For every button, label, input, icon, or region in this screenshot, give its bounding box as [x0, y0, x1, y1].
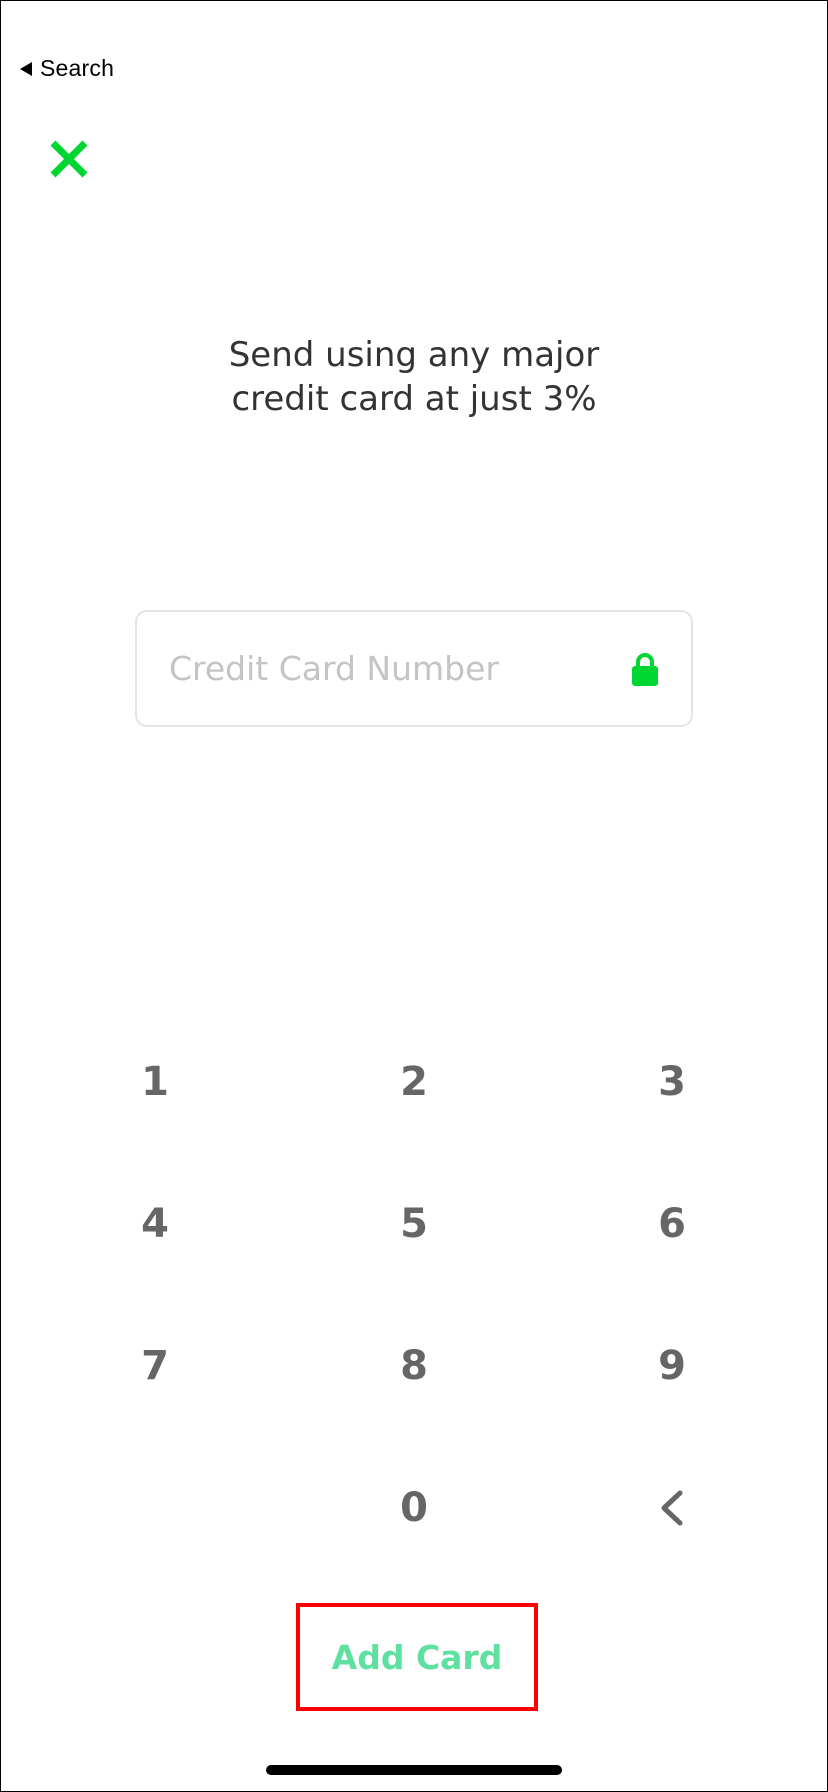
credit-card-field[interactable] — [135, 610, 693, 727]
keypad-key-3[interactable]: 3 — [612, 1032, 732, 1132]
close-x-icon — [50, 140, 88, 178]
back-link-label: Search — [40, 55, 115, 81]
add-card-button[interactable]: Add Card — [296, 1603, 538, 1711]
close-button[interactable] — [48, 138, 90, 180]
headline: Send using any major credit card at just… — [0, 333, 828, 421]
back-to-search-link[interactable]: Search — [20, 55, 114, 82]
add-card-label: Add Card — [331, 1637, 503, 1677]
keypad-key-1[interactable]: 1 — [95, 1032, 215, 1132]
keypad-key-4[interactable]: 4 — [95, 1174, 215, 1274]
headline-line-1: Send using any major — [228, 335, 600, 375]
keypad-key-5[interactable]: 5 — [354, 1174, 474, 1274]
keypad-key-7[interactable]: 7 — [95, 1316, 215, 1416]
keypad-key-8[interactable]: 8 — [354, 1316, 474, 1416]
keypad-key-2[interactable]: 2 — [354, 1032, 474, 1132]
home-indicator[interactable] — [266, 1765, 562, 1775]
backspace-key[interactable] — [612, 1458, 732, 1558]
keypad-key-0[interactable]: 0 — [354, 1458, 474, 1558]
back-triangle-icon — [20, 61, 32, 76]
keypad-key-6[interactable]: 6 — [612, 1174, 732, 1274]
lock-icon — [632, 652, 658, 686]
keypad-key-9[interactable]: 9 — [612, 1316, 732, 1416]
headline-line-2: credit card at just 3% — [231, 379, 597, 419]
credit-card-number-input[interactable] — [169, 649, 631, 688]
chevron-left-icon — [661, 1490, 683, 1526]
